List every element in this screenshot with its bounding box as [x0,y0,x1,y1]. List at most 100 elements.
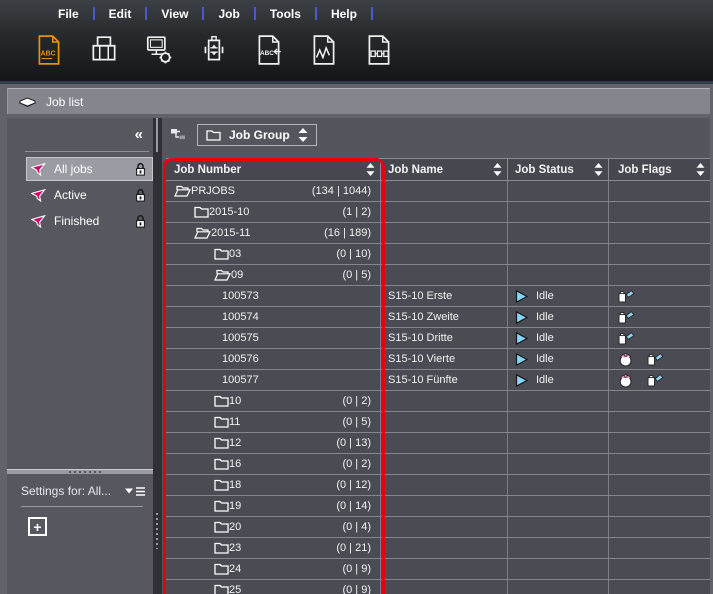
menu-item-job[interactable]: Job [204,7,253,21]
doc-script-icon[interactable] [309,34,339,66]
job-status-cell [508,244,609,264]
menu-item-view[interactable]: View [147,7,202,21]
status-play-icon [515,353,528,366]
flag-pen-note-icon [647,373,664,387]
group-count: (0 | 13) [336,437,380,449]
table-row[interactable]: 2015-11(16 | 189) [166,223,710,244]
table-row[interactable]: 18(0 | 12) [166,475,710,496]
table-row[interactable]: 2015-10(1 | 2) [166,202,710,223]
flag-pen-note-icon [618,331,635,345]
status-play-icon [515,311,528,324]
table-row[interactable]: 19(0 | 14) [166,496,710,517]
job-flags-cell [609,475,710,495]
job-list-window: Job list « All jobsActiveFinished Settin… [0,87,713,594]
filter-funnel-icon [31,215,47,228]
filter-label: Finished [54,214,128,228]
column-header-label: Job Status [515,164,586,176]
job-number: 100575 [222,332,259,344]
column-header-job-name[interactable]: Job Name [381,159,508,180]
collapse-tree-icon[interactable] [170,128,187,141]
folder-closed-icon [214,500,229,512]
table-header-row: Job NumberJob Name Job Status Job Flags [166,158,710,181]
table-row[interactable]: 20 (0 | 4) [166,517,710,538]
group-label: 18 [229,479,241,491]
job-status-cell: Idle [508,349,609,369]
group-label: 19 [229,500,241,512]
group-label: 03 [229,248,241,260]
group-count: (0 | 21) [336,542,380,554]
job-status-cell [508,475,609,495]
menu-item-file[interactable]: File [44,7,93,21]
workstation-settings-icon[interactable] [144,34,174,66]
settings-panel: Settings for: All... + [7,474,153,536]
add-setting-button[interactable]: + [28,517,47,536]
sidebar-filter-finished[interactable]: Finished [27,210,152,232]
column-header-job-number[interactable]: Job Number [166,159,381,180]
group-label: 2015-11 [211,227,251,239]
folder-icon [206,129,221,141]
table-row[interactable]: 100577 S15-10 Fünfte Idle [166,370,710,391]
group-count: (0 | 5) [342,269,380,281]
table-row[interactable]: 100576S15-10 VierteIdle [166,349,710,370]
joblist-doc-icon[interactable]: ABC [34,34,64,66]
table-row[interactable]: 100575S15-10 DritteIdle [166,328,710,349]
table-row[interactable]: 11(0 | 5) [166,412,710,433]
device-setup-icon[interactable] [199,34,229,66]
job-flags-cell [609,496,710,516]
group-count: (0 | 9) [342,584,380,594]
lock-icon [135,188,146,202]
folder-open-icon [174,185,191,197]
column-header-job-status[interactable]: Job Status [508,159,609,180]
sort-arrows-icon [696,163,705,176]
sidebar-filter-active[interactable]: Active [27,184,152,206]
sort-arrows-icon [493,163,502,176]
doc-text-import-icon[interactable]: ABC [254,34,284,66]
job-flags-cell [609,244,710,264]
doc-barcode-icon[interactable] [364,34,394,66]
table-row[interactable]: 09(0 | 5) [166,265,710,286]
group-count: (0 | 2) [342,395,380,407]
job-number: 100577 [222,374,259,386]
table-row[interactable]: 16(0 | 2) [166,454,710,475]
table-row[interactable]: 10(0 | 2) [166,391,710,412]
job-status-text: Idle [536,374,554,386]
menu-item-tools[interactable]: Tools [256,7,315,21]
sidebar-filter-all-jobs[interactable]: All jobs [27,158,152,180]
settings-menu-dropdown-icon[interactable] [125,486,145,497]
sidebar-horizontal-splitter[interactable] [7,469,153,474]
job-name-cell: S15-10 Zweite [381,307,508,327]
settings-for-label: Settings for: All... [21,484,125,498]
printer-icon[interactable] [89,34,119,66]
job-table-area: Job Group Job NumberJob NameJob StatusJo… [162,118,710,594]
status-play-icon [515,290,528,303]
column-header-job-flags[interactable]: Job Flags [609,159,710,180]
job-group-button[interactable]: Job Group [197,124,317,146]
table-row[interactable]: 25(0 | 9) [166,580,710,594]
table-row[interactable]: PRJOBS(134 | 1044) [166,181,710,202]
menu-item-help[interactable]: Help [317,7,371,21]
sidebar-collapse-button[interactable]: « [135,126,143,143]
job-flags-cell [609,370,710,390]
table-row[interactable]: 23(0 | 21) [166,538,710,559]
job-name: S15-10 Fünfte [388,374,458,386]
job-flags-cell [609,349,710,369]
vertical-splitter[interactable] [153,118,162,594]
folder-closed-icon [214,479,229,491]
folder-closed-icon [214,248,229,260]
job-number: 100574 [222,311,259,323]
table-row[interactable]: 24(0 | 9) [166,559,710,580]
job-name: S15-10 Dritte [388,332,453,344]
menu-item-edit[interactable]: Edit [95,7,146,21]
job-name-cell [381,244,508,264]
group-label: 20 [229,521,241,533]
job-group-cell: 16(0 | 2) [166,454,381,474]
table-row[interactable]: 12(0 | 13) [166,433,710,454]
table-row[interactable]: 100573S15-10 ErsteIdle [166,286,710,307]
job-number: 100576 [222,353,259,365]
table-row[interactable]: 03(0 | 10) [166,244,710,265]
group-count: (0 | 4) [342,521,380,533]
table-row[interactable]: 100574S15-10 ZweiteIdle [166,307,710,328]
job-group-cell: PRJOBS(134 | 1044) [166,181,381,201]
job-name-cell [381,181,508,201]
job-flags-cell [609,328,710,348]
